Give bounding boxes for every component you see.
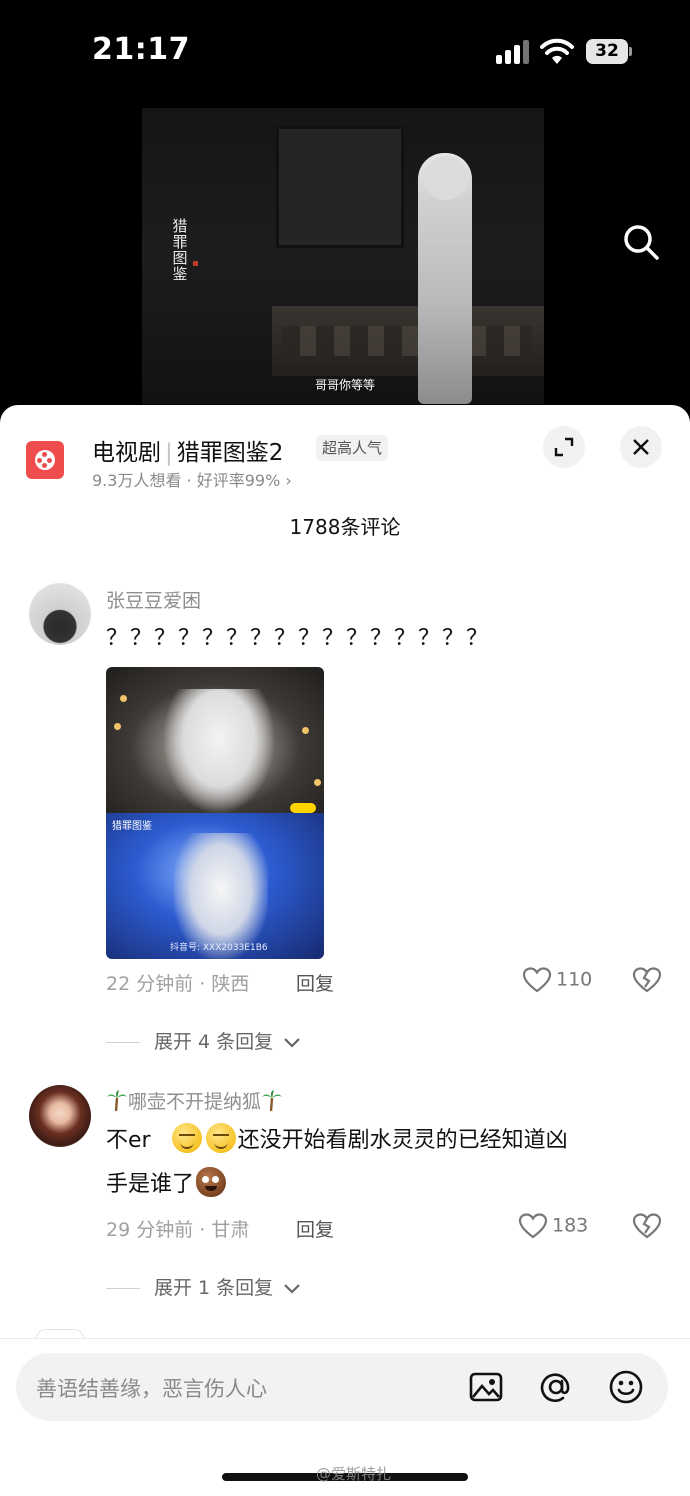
tv-series-icon (26, 441, 64, 479)
comment-username[interactable]: 哪壶不开提纳狐 (106, 1087, 283, 1114)
expand-replies-button[interactable]: 展开 1 条回复 (106, 1273, 301, 1300)
show-category: 电视剧 (92, 440, 161, 466)
video-frame (142, 108, 544, 404)
close-icon (633, 439, 649, 455)
chevron-down-icon (284, 1283, 300, 1294)
close-button[interactable] (620, 426, 662, 468)
video-player[interactable]: 猎罪图鉴 哥哥你等等 (0, 100, 690, 420)
popularity-badge: 超高人气 (316, 435, 389, 461)
mention-icon[interactable] (538, 1369, 574, 1405)
expand-replies-label: 展开 1 条回复 (154, 1277, 274, 1299)
show-title: 电视剧 | 猎罪图鉴2 (92, 440, 284, 466)
image-icon[interactable] (468, 1369, 504, 1405)
status-time: 21:17 (92, 32, 190, 67)
avatar[interactable] (29, 1085, 91, 1147)
comment-count: 1788条评论 (289, 515, 401, 539)
comment-time-location: 22 分钟前 · 陕西 (106, 973, 250, 995)
show-name: 猎罪图鉴2 (176, 440, 284, 466)
expand-icon (554, 437, 574, 457)
username-text: 哪壶不开提纳狐 (128, 1091, 262, 1113)
emoji-icon[interactable] (608, 1369, 644, 1405)
show-card[interactable]: 电视剧 | 猎罪图鉴2 超高人气 9.3万人想看 · 好评率99% › (26, 427, 526, 493)
comment-username[interactable]: 张豆豆爱困 (106, 586, 201, 613)
palm-tree-icon (107, 1089, 127, 1111)
like-button[interactable]: 183 (518, 1212, 588, 1240)
squint-emoji-icon (205, 1123, 236, 1153)
search-icon[interactable] (621, 222, 661, 262)
wifi-icon (540, 38, 574, 64)
image-watermark: 抖音号: XXX2033E1B6 (170, 943, 268, 953)
battery-icon: 32 (586, 39, 632, 64)
reply-button[interactable]: 回复 (296, 1215, 334, 1242)
image-logo: 猎罪图鉴 (112, 821, 152, 832)
cellular-signal-icon (496, 40, 530, 64)
heart-icon (522, 967, 552, 993)
comment-input[interactable]: 善语结善缘，恶言伤人心 (36, 1373, 267, 1403)
palm-tree-icon (262, 1089, 283, 1111)
comment-sheet: 电视剧 | 猎罪图鉴2 超高人气 9.3万人想看 · 好评率99% › 1788条评… (0, 405, 690, 1496)
status-bar: 21:17 32 (0, 0, 690, 100)
comment-input-bar[interactable]: 善语结善缘，恶言伤人心 (16, 1353, 668, 1421)
show-meta[interactable]: 9.3万人想看 · 好评率99% › (92, 467, 292, 491)
avatar[interactable] (29, 583, 91, 645)
dislike-icon[interactable] (632, 966, 662, 994)
expand-replies-label: 展开 4 条回复 (154, 1031, 274, 1053)
like-count: 183 (552, 1214, 589, 1237)
video-subtitle: 哥哥你等等 (314, 378, 375, 392)
show-logo: 猎罪图鉴 (160, 218, 200, 282)
expand-replies-button[interactable]: 展开 4 条回复 (106, 1027, 301, 1054)
squint-emoji-icon (171, 1123, 202, 1153)
battery-level: 32 (586, 39, 628, 64)
dislike-icon[interactable] (632, 1212, 662, 1240)
chevron-down-icon (284, 1037, 300, 1048)
expand-button[interactable] (543, 426, 585, 468)
like-count: 110 (556, 968, 593, 991)
comment-text: ？？？？？？？？？？？？？？？？ (106, 626, 491, 651)
potato-emoji-icon (196, 1167, 227, 1197)
like-button[interactable]: 110 (522, 966, 592, 994)
comment-time-location: 29 分钟前 · 甘肃 (106, 1219, 250, 1241)
reply-button[interactable]: 回复 (296, 969, 334, 996)
weibo-watermark: @爱斯特扎 (316, 1465, 392, 1483)
heart-icon (518, 1213, 548, 1239)
comment-image[interactable]: 猎罪图鉴 抖音号: XXX2033E1B6 (106, 667, 324, 959)
comment-text: 不er 还没开始看剧水灵灵的已经知道凶 手是谁了 (106, 1119, 666, 1207)
divider (0, 1338, 690, 1339)
